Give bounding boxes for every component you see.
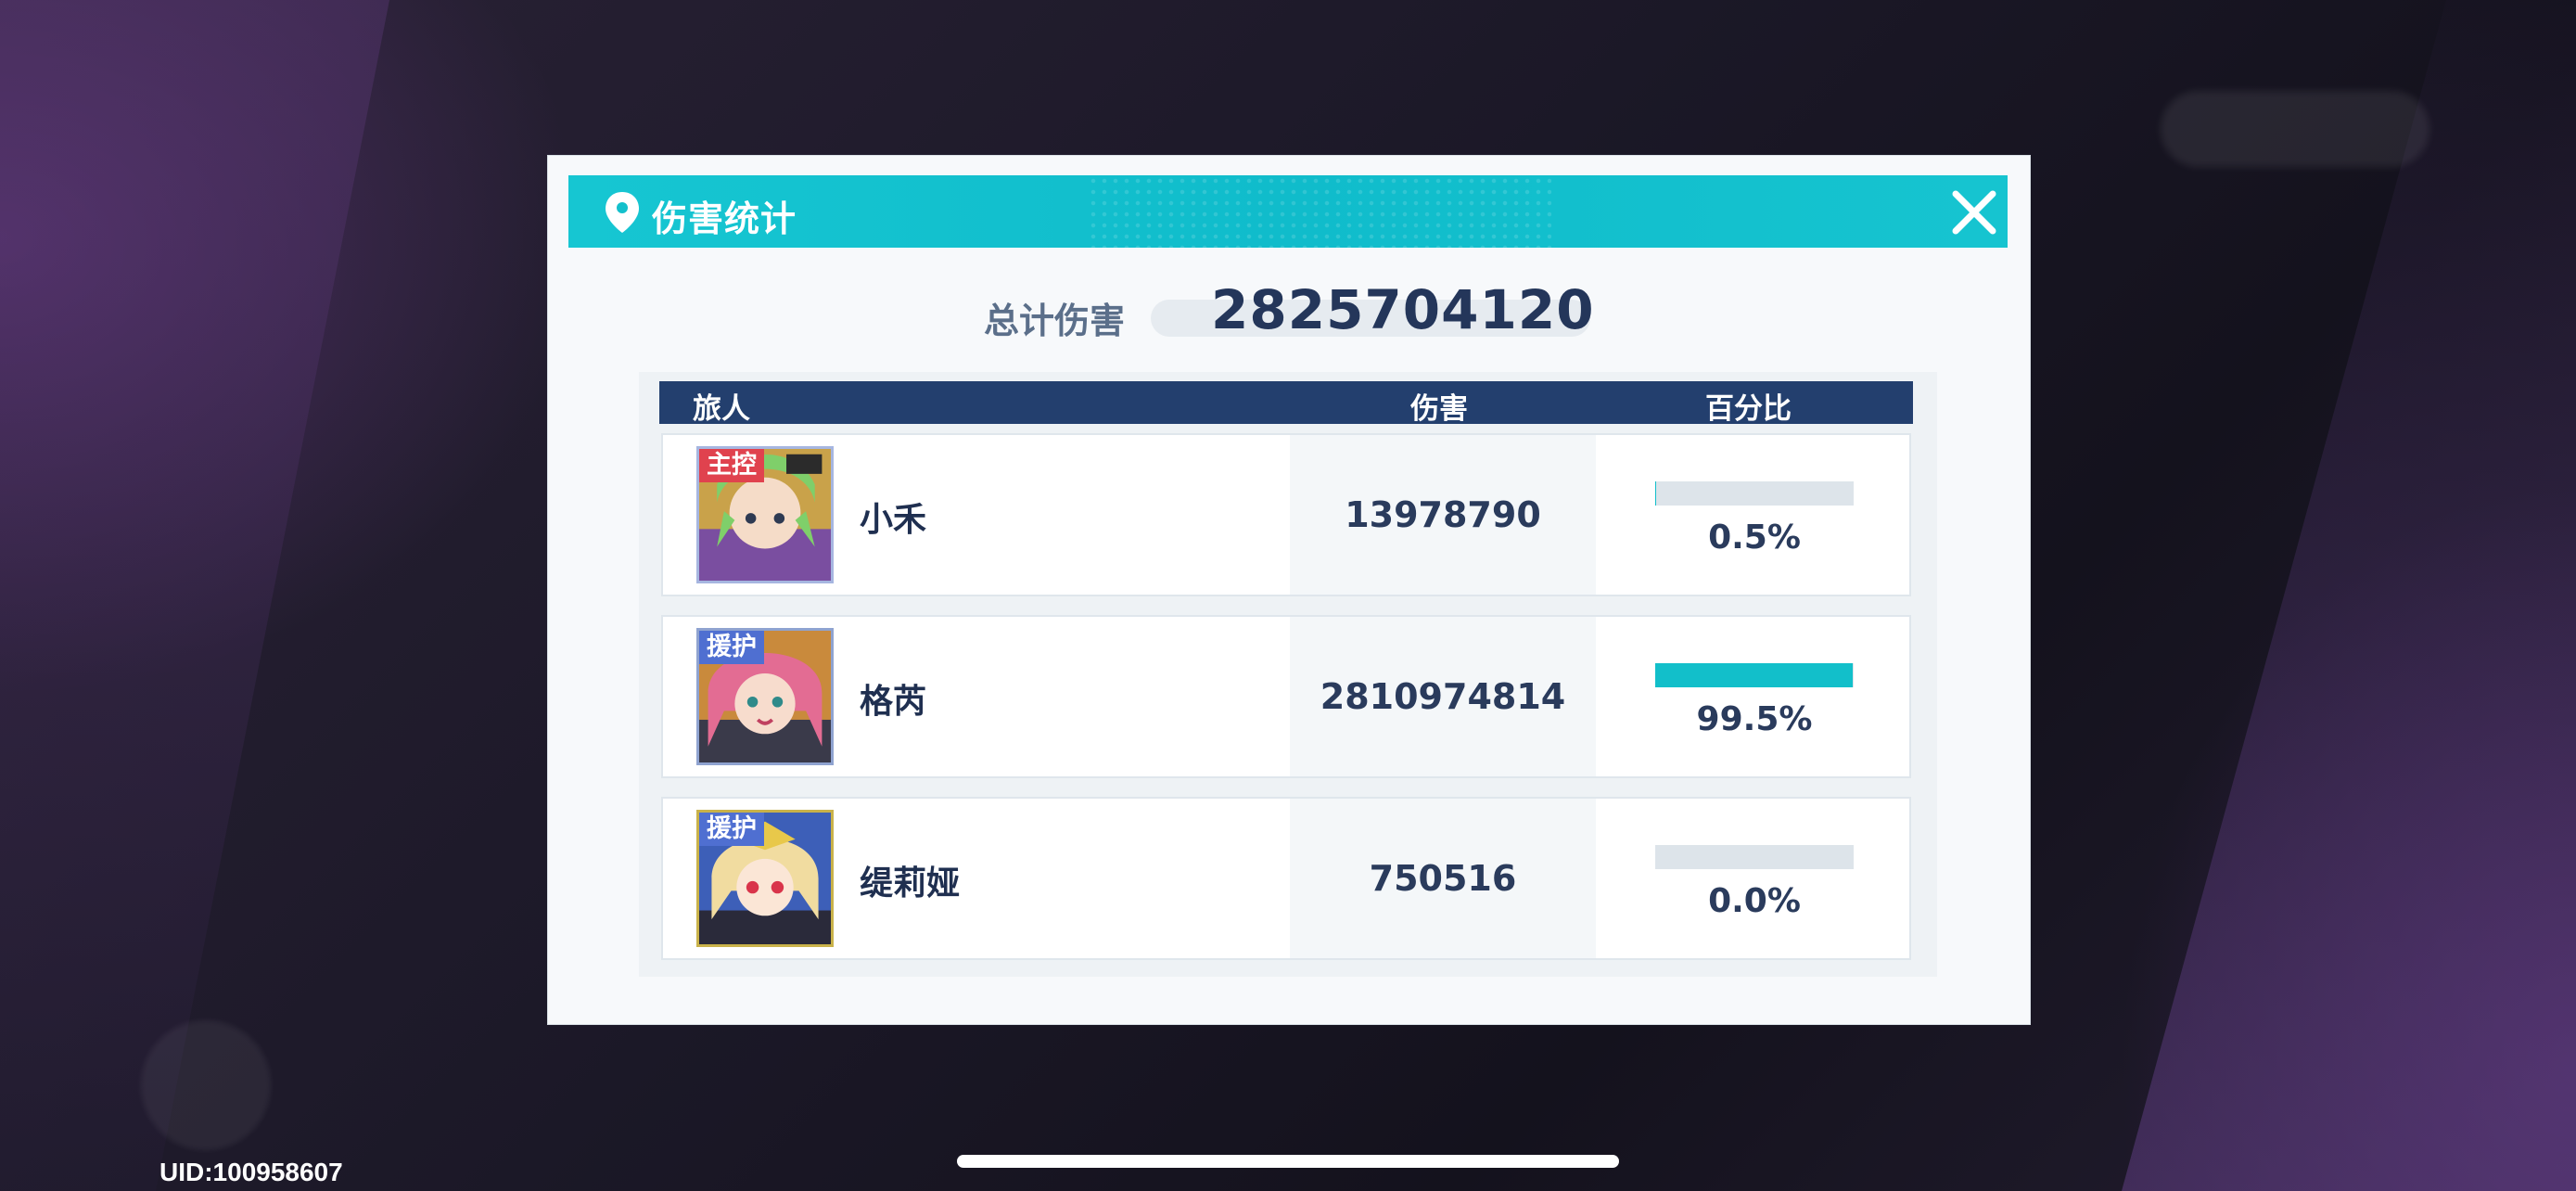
header-pattern — [1088, 175, 1551, 248]
dialog-header: 伤害统计 — [568, 175, 2008, 248]
home-indicator[interactable] — [957, 1155, 1619, 1168]
player-uid: UID:100958607 — [159, 1158, 343, 1186]
percent-bar — [1655, 663, 1854, 687]
table-row: 援护 缇莉娅 750516 0.0% — [661, 797, 1911, 960]
percent-value: 0.0% — [1708, 882, 1801, 920]
character-portrait: 援护 — [696, 810, 834, 947]
percent-bar-fill — [1655, 663, 1853, 687]
character-name: 格芮 — [860, 683, 927, 721]
table-row: 主控 小禾 13978790 0.5% — [661, 433, 1911, 596]
column-header-name: 旅人 — [693, 392, 750, 426]
column-header-damage: 伤害 — [1410, 392, 1468, 426]
damage-stats-dialog: 伤害统计 总计伤害 2825704120 旅人 伤害 百分比 主控 小禾 139… — [547, 155, 2031, 1025]
damage-table: 旅人 伤害 百分比 主控 小禾 13978790 0.5% 援护 格芮 2810… — [639, 372, 1937, 977]
dialog-title: 伤害统计 — [652, 198, 797, 239]
character-name: 缇莉娅 — [860, 864, 961, 903]
total-damage-value: 2825704120 — [1211, 278, 1595, 341]
percent-bar-fill — [1655, 481, 1657, 506]
percent-value: 99.5% — [1696, 700, 1813, 738]
total-damage-label: 总计伤害 — [984, 301, 1126, 341]
role-tag: 主控 — [699, 449, 764, 482]
percent-bar — [1655, 845, 1854, 869]
role-tag: 援护 — [699, 813, 764, 846]
damage-value: 750516 — [1369, 858, 1517, 899]
table-header: 旅人 伤害 百分比 — [659, 381, 1913, 426]
role-tag: 援护 — [699, 631, 764, 664]
character-name: 小禾 — [860, 501, 927, 539]
character-portrait: 援护 — [696, 628, 834, 765]
blurred-button — [2161, 91, 2429, 167]
damage-value: 2810974814 — [1320, 676, 1566, 717]
percent-bar — [1655, 481, 1854, 506]
location-pin-icon — [606, 192, 639, 233]
column-header-percent: 百分比 — [1705, 392, 1792, 426]
percent-value: 0.5% — [1708, 519, 1801, 557]
close-icon[interactable] — [1948, 186, 2000, 238]
damage-value: 13978790 — [1345, 494, 1541, 535]
blurred-joystick — [141, 1020, 271, 1150]
character-portrait: 主控 — [696, 446, 834, 583]
table-row: 援护 格芮 2810974814 99.5% — [661, 615, 1911, 778]
